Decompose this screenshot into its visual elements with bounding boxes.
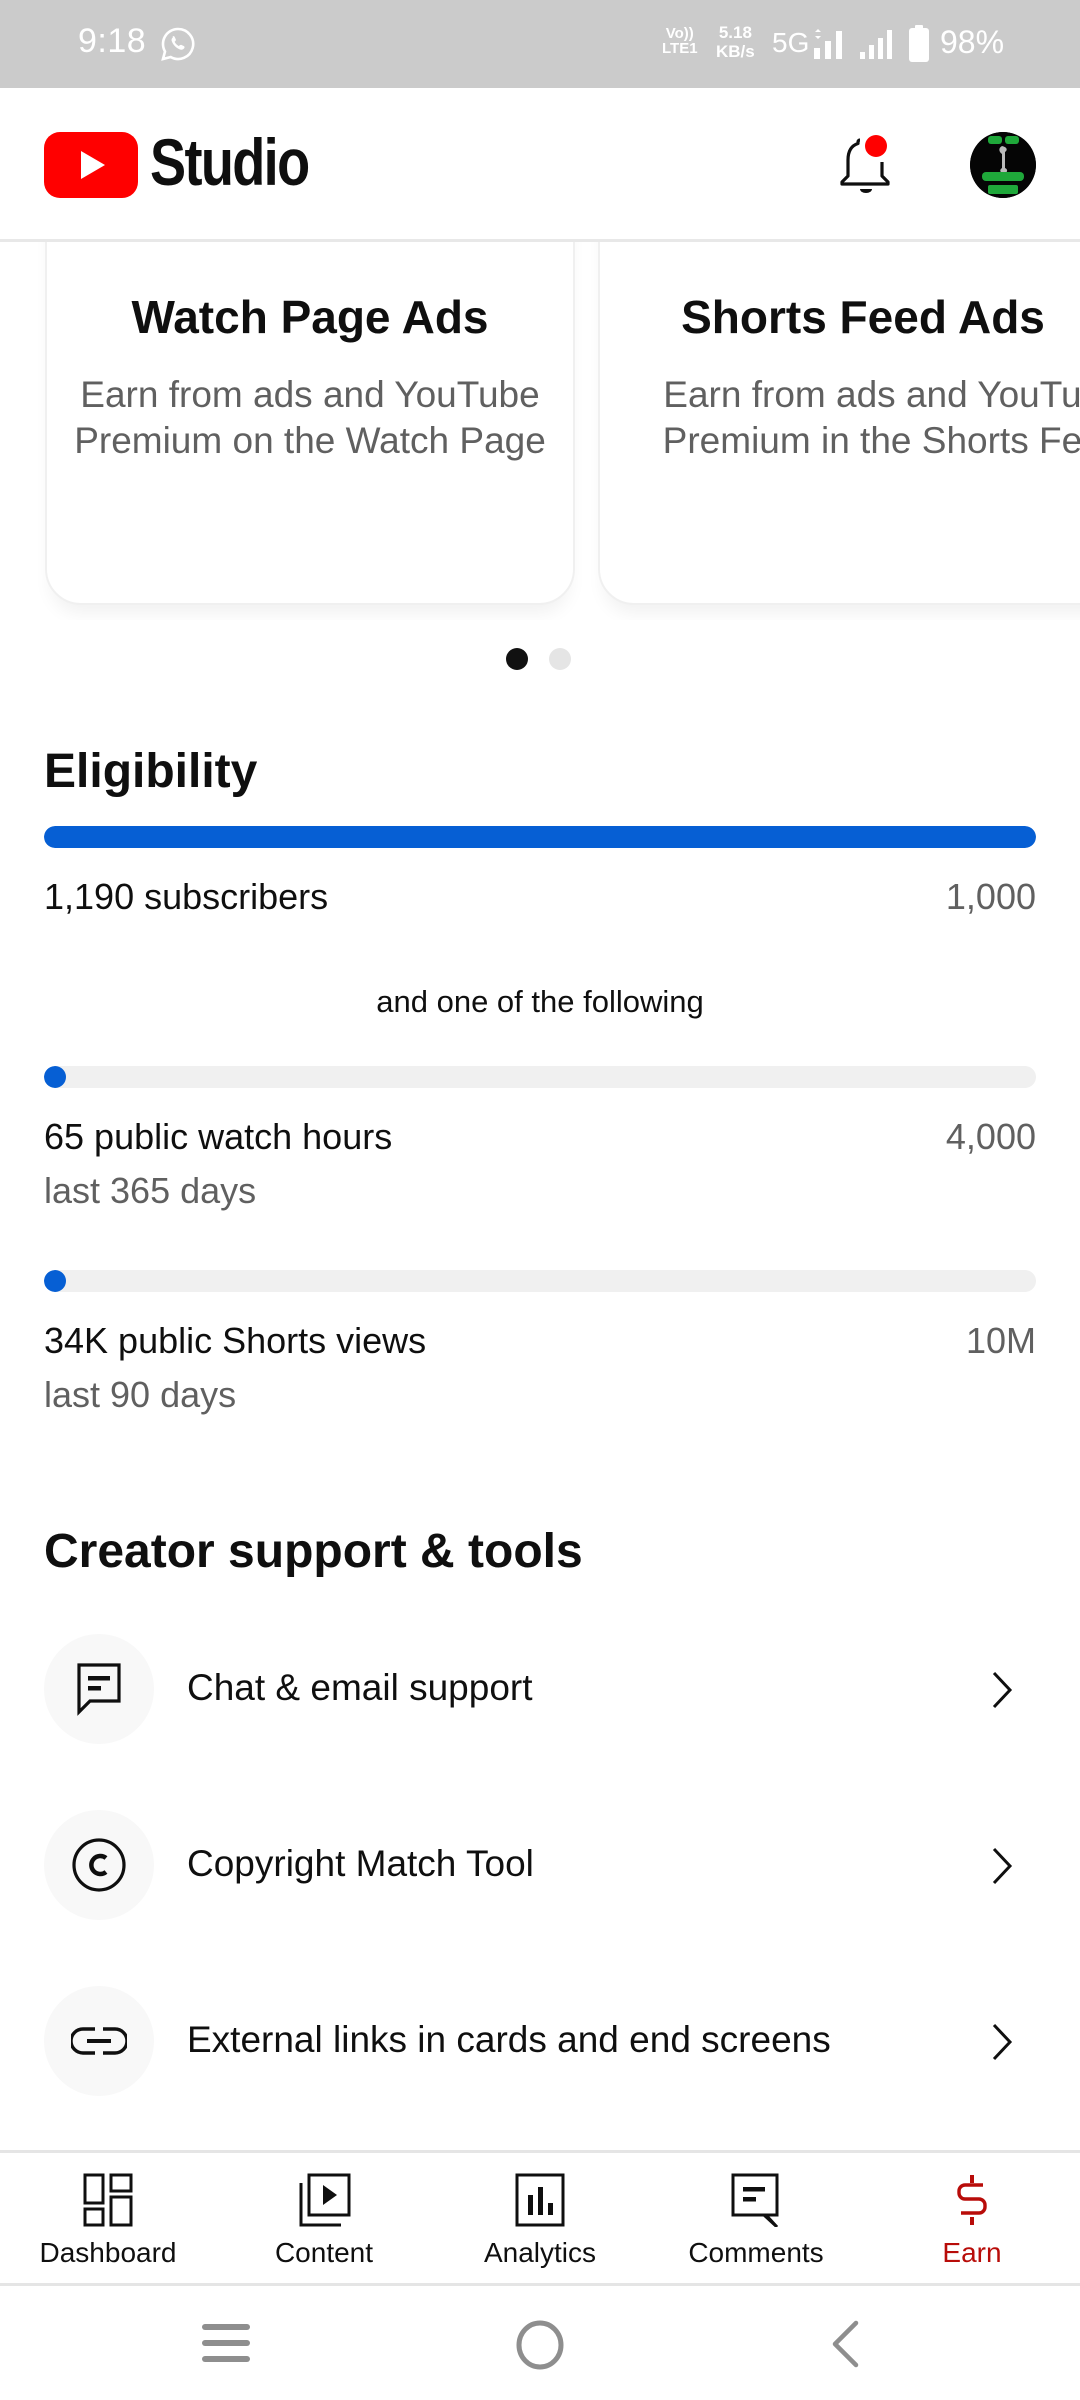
whatsapp-icon <box>161 27 195 61</box>
notification-badge <box>865 135 887 157</box>
nav-content[interactable]: Content <box>216 2153 432 2283</box>
shorts-views-period: last 90 days <box>44 1374 237 1415</box>
nav-analytics[interactable]: Analytics <box>432 2153 648 2283</box>
recent-apps-icon[interactable] <box>200 2320 252 2366</box>
watch-hours-progress-fill <box>44 1066 66 1088</box>
chevron-right-icon <box>992 2023 1013 2061</box>
icon-container <box>44 1986 154 2096</box>
card-description: Earn from ads and YouTube Premium on the… <box>74 374 546 461</box>
copyright-icon <box>72 1838 126 1892</box>
watch-hours-progress-bar <box>44 1066 1036 1088</box>
app-title: Studio <box>150 125 310 199</box>
card-title: Shorts Feed Ads <box>681 291 1045 343</box>
card-title: Watch Page Ads <box>131 291 489 343</box>
battery-percent: 98% <box>940 24 1005 60</box>
nav-earn[interactable]: Earn <box>864 2153 1080 2283</box>
net-speed-unit: KB/s <box>716 42 755 61</box>
lte-text: LTE1 <box>662 40 698 57</box>
status-bar: 9:18 Vo)) LTE1 5.18 KB/s 5G 98% <box>0 0 1080 88</box>
content-icon <box>299 2173 351 2227</box>
home-icon[interactable] <box>516 2320 564 2370</box>
icon-container <box>44 1634 154 1744</box>
bottom-navigation: Dashboard Content Analytics Comments Ear… <box>0 2150 1080 2286</box>
status-time: 9:18 <box>78 22 147 60</box>
chat-email-support-item[interactable]: Chat & email support <box>0 1612 1080 1762</box>
net-speed-value: 5.18 <box>718 23 752 42</box>
nav-dashboard[interactable]: Dashboard <box>0 2153 216 2283</box>
network-type: 5G <box>772 27 810 58</box>
shorts-views-count: 34K public Shorts views <box>44 1320 427 1361</box>
chat-support-icon <box>77 1663 121 1716</box>
carousel-page-indicator <box>506 648 592 672</box>
copyright-match-tool-item[interactable]: Copyright Match Tool <box>0 1788 1080 1938</box>
analytics-icon <box>515 2173 565 2227</box>
nav-comments[interactable]: Comments <box>648 2153 864 2283</box>
app-header: Studio <box>0 88 1080 242</box>
item-label: Copyright Match Tool <box>187 1843 534 1884</box>
eligibility-separator: and one of the following <box>376 984 704 1019</box>
signal-strength-icon-sim2 <box>860 30 892 59</box>
shorts-views-progress-bar <box>44 1270 1036 1292</box>
notifications-bell-icon[interactable] <box>836 132 896 198</box>
chevron-right-icon <box>992 1671 1013 1709</box>
subscribers-target: 1,000 <box>945 876 1036 917</box>
watch-hours-target: 4,000 <box>945 1116 1036 1157</box>
subscribers-progress-bar <box>44 826 1036 848</box>
external-links-item[interactable]: External links in cards and end screens <box>0 1964 1080 2114</box>
creator-support-heading: Creator support & tools <box>44 1525 583 1578</box>
nav-label: Earn <box>942 2237 1002 2268</box>
chevron-right-icon <box>992 1847 1013 1885</box>
item-label: Chat & email support <box>187 1667 533 1708</box>
subscribers-count: 1,190 subscribers <box>44 876 329 917</box>
monetization-carousel[interactable]: Watch Page Ads Earn from ads and YouTube… <box>0 200 1080 620</box>
volte-text: Vo)) <box>665 25 694 42</box>
nav-label: Comments <box>688 2237 824 2268</box>
subscribers-progress-fill <box>44 826 1036 848</box>
shorts-feed-ads-card[interactable]: Shorts Feed Ads Earn from ads and YouTub… <box>598 200 1080 605</box>
account-avatar[interactable] <box>970 132 1036 198</box>
card-description: Earn from ads and YouTube Premium in the… <box>662 374 1080 461</box>
nav-label: Dashboard <box>39 2237 177 2268</box>
watch-page-ads-card[interactable]: Watch Page Ads Earn from ads and YouTube… <box>45 200 575 605</box>
eligibility-heading: Eligibility <box>44 745 258 798</box>
item-label: External links in cards and end screens <box>187 2019 831 2060</box>
network-speed: 5.18 KB/s <box>716 23 755 61</box>
dollar-icon <box>957 2175 987 2225</box>
youtube-logo-icon[interactable] <box>44 132 138 198</box>
carousel-dot-active[interactable] <box>506 648 528 670</box>
carousel-dot[interactable] <box>549 648 571 670</box>
shorts-views-target: 10M <box>965 1320 1036 1361</box>
icon-container <box>44 1810 154 1920</box>
volte-indicator: Vo)) LTE1 <box>662 26 698 56</box>
back-icon[interactable] <box>830 2320 860 2368</box>
nav-label: Content <box>274 2237 374 2268</box>
avatar-image-icon <box>970 132 1036 198</box>
dashboard-icon <box>83 2173 133 2227</box>
system-navigation-bar <box>0 2286 1080 2400</box>
watch-hours-period: last 365 days <box>44 1170 257 1211</box>
comments-icon <box>731 2173 779 2227</box>
battery-icon <box>909 25 929 62</box>
watch-hours-count: 65 public watch hours <box>44 1116 393 1157</box>
shorts-views-progress-fill <box>44 1270 66 1292</box>
nav-label: Analytics <box>483 2237 597 2268</box>
link-icon <box>71 2027 127 2055</box>
signal-strength-icon <box>814 29 842 59</box>
